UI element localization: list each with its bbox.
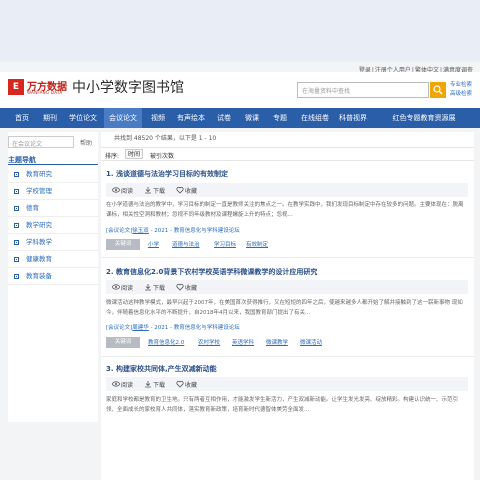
result-source: [会议论文]周建华 - 2021 - 教育信息化与学科建设论坛 [106, 325, 240, 331]
download-icon [145, 187, 151, 194]
logo-en: WANFANG DATA [27, 90, 63, 95]
sort-label: 排序: [105, 153, 120, 160]
sidebar-item-health-education[interactable]: 健康教育 [8, 251, 98, 268]
eye-icon [112, 381, 120, 387]
nav-micro-lessons[interactable]: 微课 [240, 108, 264, 128]
result-abstract: 家庭和学校都是教育的卫生地。只有两者互相作用，才能激发学生新活力，产生双减新动能… [106, 397, 459, 413]
keyword-link[interactable]: 英语学科 [232, 338, 254, 346]
sidebar-item-label: 教学研究 [26, 221, 52, 229]
download-icon [145, 381, 151, 388]
advanced-links: 专业检索 高级检索 [450, 81, 472, 99]
result-divider [101, 257, 474, 258]
sidebar-item-label: 德育 [26, 204, 39, 212]
nav-journals[interactable]: 期刊 [38, 108, 62, 128]
keyword-label: 关键词 [106, 239, 140, 250]
heart-icon [176, 186, 184, 194]
professional-search-link[interactable]: 专业检索 [450, 81, 472, 90]
keyword-link[interactable]: 农村学校 [198, 338, 220, 346]
sort-by-time-button[interactable]: 时间 [125, 149, 143, 159]
result-keywords: 关键词 小学 道德与法治 学习目标 有效制定 [106, 239, 468, 250]
keyword-link[interactable]: 微课教学 [266, 338, 288, 346]
sort-by-citations-button[interactable]: 被引次数 [150, 151, 174, 160]
heart-icon [176, 380, 184, 388]
expand-box-icon [14, 223, 19, 228]
sidebar-item-label: 健康教育 [26, 255, 52, 263]
sidebar-item-label: 教育研究 [26, 170, 52, 178]
expand-box-icon [14, 172, 19, 177]
keyword-link[interactable]: 有效制定 [246, 240, 268, 248]
wanfang-logo[interactable]: E 万方数据 WANFANG DATA [8, 77, 70, 99]
result-title[interactable]: 1. 浅谈道德与法治学习目标的有效制定 [106, 169, 228, 179]
keyword-link[interactable]: 微课活动 [300, 338, 322, 346]
expand-box-icon [14, 206, 19, 211]
search-icon [433, 85, 443, 95]
heart-icon [176, 283, 184, 291]
expand-box-icon [14, 189, 19, 194]
keyword-link[interactable]: 小学 [148, 240, 159, 248]
nav-topics[interactable]: 专题 [268, 108, 292, 128]
expand-box-icon [14, 274, 19, 279]
sidebar-search-input[interactable]: 在会议论文 [8, 136, 74, 148]
nav-online-test[interactable]: 在线组卷 [298, 108, 332, 128]
sidebar-item-education-equipment[interactable]: 教育装备 [8, 268, 98, 285]
search-input[interactable]: 在海量资料中查找 [297, 82, 429, 98]
logo-mark: E [8, 79, 24, 95]
result-title[interactable]: 2. 教育信息化2.0背景下农村学校英语学科微课教学的设计应用研究 [106, 267, 317, 277]
result-divider [101, 356, 474, 357]
nav-conference-papers[interactable]: 会议论文 [104, 108, 142, 128]
nav-video[interactable]: 视频 [146, 108, 170, 128]
search-button[interactable] [430, 82, 446, 98]
result-title[interactable]: 3. 构建家校共同体,产生双减新动能 [106, 364, 217, 374]
top-background [0, 0, 480, 62]
nav-exams[interactable]: 试卷 [212, 108, 236, 128]
author-link[interactable]: 徐玉双 [132, 228, 149, 234]
nav-home[interactable]: 首页 [10, 108, 34, 128]
sidebar-item-subject-teaching[interactable]: 学科教学 [8, 234, 98, 251]
keyword-link[interactable]: 道德与法治 [172, 240, 200, 248]
result-abstract: 在小学道德与法治的教学中，学习目标的制定一直是教师关注的焦点之一。在教学实践中，… [106, 202, 464, 218]
nav-audio-books[interactable]: 有声绘本 [174, 108, 208, 128]
download-icon [145, 284, 151, 291]
site-title: 中小学数字图书馆 [72, 80, 184, 96]
result-actions: 阅读 下载 收藏 [106, 377, 468, 391]
result-keywords: 关键词 教育信息化2.0 农村学校 英语学科 微课教学 微课活动 [106, 337, 468, 348]
result-source: [会议论文]徐玉双 - 2021 - 教育信息化与学科建设论坛 [106, 228, 240, 234]
eye-icon [112, 284, 120, 290]
keyword-link[interactable]: 学习目标 [214, 240, 236, 248]
sidebar-item-moral-education[interactable]: 德育 [8, 200, 98, 217]
expand-box-icon [14, 257, 19, 262]
result-count: 共找到 48520 个结果，以下是 1 - 10 [114, 135, 217, 142]
sidebar-item-school-management[interactable]: 学校管理 [8, 183, 98, 200]
nav-theses[interactable]: 学位论文 [66, 108, 100, 128]
sidebar-item-label: 教育装备 [26, 272, 52, 280]
sidebar-item-label: 学科教学 [26, 238, 52, 246]
eye-icon [112, 187, 120, 193]
main-nav: 首页 期刊 学位论文 会议论文 视频 有声绘本 试卷 微课 专题 在线组卷 科普… [0, 108, 480, 128]
result-actions: 阅读 下载 收藏 [106, 280, 468, 294]
keyword-label: 关键词 [106, 337, 140, 348]
nav-red-education[interactable]: 红色专题教育资源展 [376, 108, 472, 128]
result-actions: 阅读 下载 收藏 [106, 183, 468, 197]
expand-box-icon [14, 240, 19, 245]
sidebar-title-divider [8, 164, 98, 165]
nav-science[interactable]: 科普视界 [336, 108, 370, 128]
sidebar-item-education-research[interactable]: 教育研究 [8, 166, 98, 183]
sidebar-help-link[interactable]: 帮助 [80, 138, 92, 147]
author-link[interactable]: 周建华 [132, 325, 149, 331]
result-abstract: 微课活动这种教学模式，最早兴起于2007年，在美国首次获得推行，又在短短的四年之… [106, 300, 463, 316]
keyword-link[interactable]: 教育信息化2.0 [148, 338, 184, 346]
sidebar-item-teaching-research[interactable]: 教学研究 [8, 217, 98, 234]
advanced-search-link[interactable]: 高级检索 [450, 90, 472, 99]
sidebar-item-label: 学校管理 [26, 187, 52, 195]
